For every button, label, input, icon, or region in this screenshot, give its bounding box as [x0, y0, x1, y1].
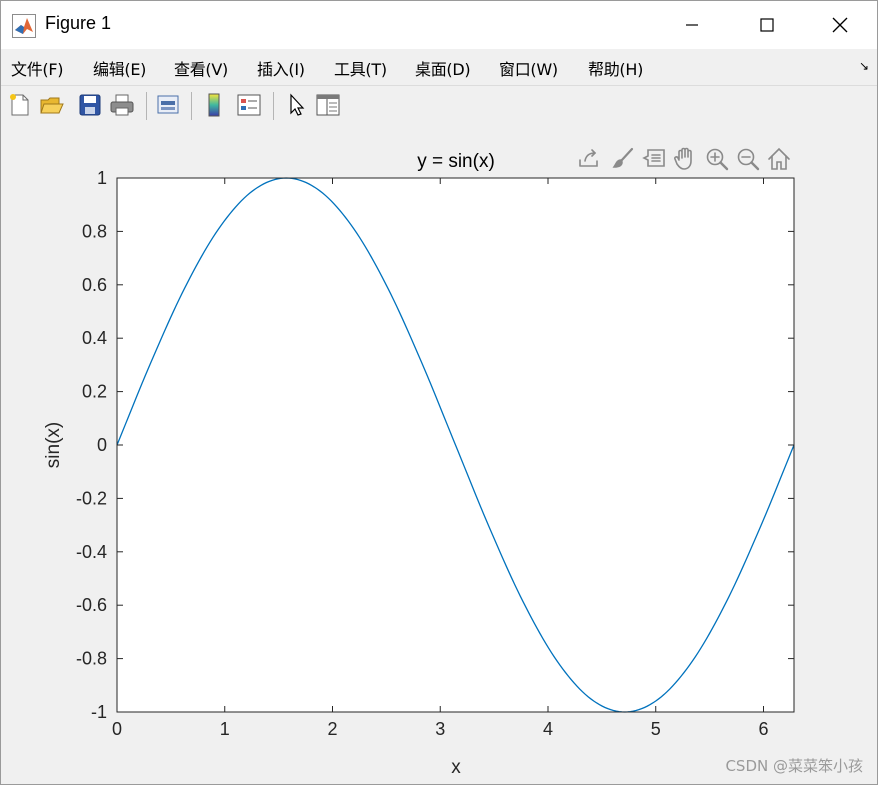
- minimize-icon: [686, 24, 698, 26]
- y-tick-label: 1: [97, 168, 107, 188]
- y-axis-label: sin(x): [43, 422, 64, 468]
- new-figure-icon[interactable]: [7, 92, 33, 118]
- home-icon[interactable]: [768, 147, 790, 170]
- axes-toolbar: [579, 147, 790, 171]
- y-tick-label: -0.4: [76, 542, 107, 562]
- y-tick-label: 0.4: [82, 328, 107, 348]
- property-inspector-icon[interactable]: [315, 92, 341, 118]
- colorbar-icon[interactable]: [201, 92, 227, 118]
- x-tick-label: 6: [758, 719, 768, 739]
- y-tick-label: -1: [91, 702, 107, 722]
- x-axis-label: x: [451, 757, 461, 778]
- data-tips-icon[interactable]: [642, 149, 665, 167]
- y-tick-label: -0.2: [76, 488, 107, 508]
- legend-icon[interactable]: [236, 92, 262, 118]
- zoom-out-icon[interactable]: [737, 148, 760, 171]
- toolbar-separator: [146, 92, 147, 120]
- menu-window[interactable]: 窗口(W): [499, 56, 558, 80]
- print-icon[interactable]: [109, 92, 135, 118]
- x-tick-label: 4: [543, 719, 553, 739]
- undock-arrow-icon[interactable]: ↘: [859, 59, 869, 73]
- plot-svg: 0 1 2 3 4 5 6-1-0.8-0.6-0.4-0.200.20.40.60.81 …: [43, 147, 795, 778]
- menu-bar: 文件(F) 编辑(E) 查看(V) 插入(I) 工具(T) 桌面(D) 窗口(W…: [1, 49, 877, 83]
- maximize-button[interactable]: [736, 1, 798, 49]
- window-title: Figure 1: [45, 13, 112, 33]
- y-tick-label: 0.6: [82, 275, 107, 295]
- y-tick-label: -0.6: [76, 595, 107, 615]
- maximize-icon: [760, 18, 774, 32]
- zoom-in-icon[interactable]: [706, 148, 729, 171]
- chart-title: y = sin(x): [417, 151, 495, 172]
- y-tick-label: -0.8: [76, 649, 107, 669]
- menu-desktop[interactable]: 桌面(D): [415, 56, 471, 80]
- brush-icon[interactable]: [612, 147, 634, 168]
- y-tick-label: 0.2: [82, 382, 107, 402]
- y-tick-label: 0: [97, 435, 107, 455]
- menu-edit[interactable]: 编辑(E): [93, 56, 146, 80]
- x-tick-label: 5: [651, 719, 661, 739]
- figure-canvas: 0 1 2 3 4 5 6 -1 -0.8 -0.6 -0.4 -0.2 0 0.2 0.4 0.6 0.8 1 …: [1, 126, 877, 784]
- toolbar-separator: [273, 92, 274, 120]
- y-tick-label: 0.8: [82, 221, 107, 241]
- menu-tools[interactable]: 工具(T): [334, 56, 387, 80]
- close-icon: [832, 17, 848, 33]
- close-button[interactable]: [809, 1, 871, 49]
- x-tick-label: 0: [112, 719, 122, 739]
- menu-help[interactable]: 帮助(H): [588, 56, 643, 80]
- save-icon[interactable]: [77, 92, 103, 118]
- figure-window: Figure 1 文件(F) 编辑(E) 查看(V) 插入(I) 工具(T) 桌…: [0, 0, 878, 785]
- minimize-button[interactable]: [661, 1, 723, 49]
- x-tick-label: 1: [220, 719, 230, 739]
- menu-insert[interactable]: 插入(I): [257, 56, 305, 80]
- title-bar[interactable]: Figure 1: [1, 1, 877, 49]
- open-file-icon[interactable]: [39, 92, 65, 118]
- export-icon[interactable]: [579, 149, 598, 167]
- toolbar-separator: [191, 92, 192, 120]
- watermark-text: CSDN @菜菜笨小孩: [725, 757, 863, 775]
- menu-view[interactable]: 查看(V): [174, 56, 228, 80]
- menu-file[interactable]: 文件(F): [11, 56, 64, 80]
- matlab-logo-icon: [12, 14, 36, 38]
- pan-hand-icon[interactable]: [674, 147, 692, 170]
- figure-toolbar: [1, 85, 877, 127]
- x-tick-label: 2: [327, 719, 337, 739]
- edit-plot-pointer-icon[interactable]: [283, 92, 309, 118]
- x-tick-label: 3: [435, 719, 445, 739]
- link-plot-icon[interactable]: [155, 92, 181, 118]
